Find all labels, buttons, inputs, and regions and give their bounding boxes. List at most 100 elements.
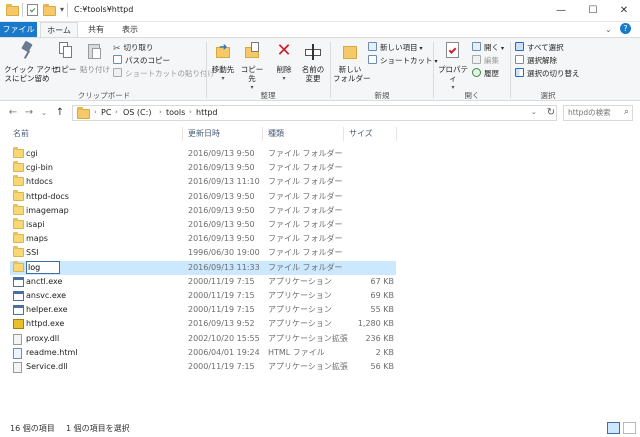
tab-home[interactable]: ホーム <box>40 22 78 37</box>
delete-button[interactable]: ✕ 削除 ▾ <box>272 42 296 83</box>
refresh-icon[interactable]: ↻ <box>545 105 557 121</box>
file-date: 2000/11/19 7:15 <box>188 362 255 371</box>
close-button[interactable]: ✕ <box>608 0 640 22</box>
status-bar: 16 個の項目 1 個の項目を選択 <box>0 420 640 437</box>
column-date[interactable]: 更新日時 <box>188 128 220 139</box>
table-row[interactable]: 2016/09/13 11:33 ファイル フォルダー <box>10 260 396 275</box>
navigation-bar: ← → ⌄ ↑ › PC › OS (C:) › tools › httpd ⌄… <box>0 101 640 125</box>
copy-to-button[interactable]: コピー先 ▾ <box>238 42 266 92</box>
table-row[interactable]: isapi 2016/09/13 9:50 ファイル フォルダー <box>10 218 396 232</box>
file-type: アプリケーション拡張 <box>268 362 348 371</box>
select-all-button[interactable]: すべて選択 <box>515 42 564 53</box>
search-box[interactable]: ⌕ <box>563 105 633 121</box>
address-history-icon[interactable]: ⌄ <box>531 108 537 116</box>
back-arrow-icon[interactable]: ← <box>6 106 20 120</box>
rename-input[interactable] <box>26 260 60 274</box>
edit-button[interactable]: 編集 <box>472 55 499 66</box>
ribbon-collapse-icon[interactable]: ⌄ <box>605 25 612 34</box>
delete-icon: ✕ <box>276 40 292 61</box>
folder-icon <box>13 203 24 215</box>
details-view-icon[interactable] <box>607 422 620 434</box>
table-row[interactable]: SSI 1996/06/30 19:00 ファイル フォルダー <box>10 246 396 260</box>
select-all-label: すべて選択 <box>527 43 564 52</box>
breadcrumb-tools[interactable]: tools <box>166 108 185 117</box>
file-name: maps <box>26 234 48 244</box>
minimize-button[interactable]: — <box>545 0 577 22</box>
breadcrumb-httpd[interactable]: httpd <box>196 108 218 117</box>
file-type: ファイル フォルダー <box>268 149 343 158</box>
new-item-button[interactable]: 新しい項目 ▾ <box>368 42 423 53</box>
search-icon[interactable]: ⌕ <box>624 107 629 117</box>
table-row[interactable]: httpd.exe 2016/09/13 9:52 アプリケーション 1,280 KB <box>10 317 396 331</box>
move-to-button[interactable]: ➜ 移動先 ▾ <box>210 42 236 83</box>
pin-quick-access-button[interactable]: クイック アクセ スにピン留め <box>4 40 59 83</box>
file-size: 69 KB <box>370 291 394 300</box>
forward-arrow-icon[interactable]: → <box>22 106 36 120</box>
properties-button[interactable]: プロパティ ▾ <box>436 42 470 92</box>
invert-selection-button[interactable]: 選択の切り替え <box>515 68 580 79</box>
table-row[interactable]: imagemap 2016/09/13 9:50 ファイル フォルダー <box>10 203 396 218</box>
properties-quick-icon[interactable] <box>27 4 38 16</box>
history-button[interactable]: 履歴 <box>472 68 499 79</box>
column-name[interactable]: 名前 <box>13 128 29 139</box>
file-date: 2016/09/13 9:50 <box>188 205 255 215</box>
maximize-button[interactable]: ☐ <box>577 0 609 22</box>
table-row[interactable]: anctl.exe 2000/11/19 7:15 アプリケーション 67 KB <box>10 275 396 289</box>
table-row[interactable]: cgi 2016/09/13 9:50 ファイル フォルダー <box>10 147 396 161</box>
table-row[interactable]: readme.html 2006/04/01 19:24 HTML ファイル 2 KB <box>10 346 396 360</box>
shortcut-button[interactable]: ショートカット ▾ <box>368 55 438 66</box>
file-name: anctl.exe <box>26 276 63 286</box>
table-row[interactable]: httpd-docs 2016/09/13 9:50 ファイル フォルダー <box>10 189 396 204</box>
copy-path-button[interactable]: パスのコピー <box>113 55 170 66</box>
chevron-right-icon[interactable]: › <box>189 108 192 116</box>
table-row[interactable]: ansvc.exe 2000/11/19 7:15 アプリケーション 69 KB <box>10 289 396 303</box>
recent-locations-icon[interactable]: ⌄ <box>37 106 51 120</box>
file-type: ファイル フォルダー <box>268 234 343 244</box>
search-input[interactable] <box>568 106 624 119</box>
file-date: 2016/09/13 11:33 <box>188 262 260 272</box>
table-row[interactable]: helper.exe 2000/11/19 7:15 アプリケーション 55 KB <box>10 303 396 317</box>
table-row[interactable]: maps 2016/09/13 9:50 ファイル フォルダー <box>10 232 396 246</box>
table-row[interactable]: proxy.dll 2002/10/20 15:55 アプリケーション拡張 236 K… <box>10 332 396 346</box>
copy-button[interactable]: コピー <box>53 42 77 74</box>
tab-file[interactable]: ファイル <box>0 22 37 37</box>
folder-icon <box>13 161 24 173</box>
column-size[interactable]: サイズ <box>349 128 373 139</box>
open-button[interactable]: 開く ▾ <box>472 42 504 53</box>
table-row[interactable]: cgi-bin 2016/09/13 9:50 ファイル フォルダー <box>10 161 396 175</box>
rename-button[interactable]: 名前の 変更 <box>299 42 327 83</box>
tab-share[interactable]: 共有 <box>82 22 110 37</box>
large-icons-view-icon[interactable] <box>623 422 636 434</box>
open-icon <box>472 42 481 51</box>
help-icon[interactable]: ? <box>620 23 631 34</box>
column-divider[interactable] <box>396 127 397 141</box>
file-name: httpd.exe <box>26 319 65 329</box>
cut-button[interactable]: ✂ 切り取り <box>113 42 154 54</box>
select-none-button[interactable]: 選択解除 <box>515 55 557 66</box>
address-bar[interactable]: › PC › OS (C:) › tools › httpd ⌄ <box>72 105 557 121</box>
table-row[interactable]: htdocs 2016/09/13 11:10 ファイル フォルダー <box>10 175 396 189</box>
chevron-right-icon[interactable]: › <box>115 108 118 116</box>
copy-to-label: コピー先 <box>240 65 264 83</box>
edit-icon <box>472 55 481 64</box>
up-arrow-icon[interactable]: ↑ <box>53 106 67 120</box>
chevron-right-icon[interactable]: › <box>94 108 97 116</box>
paste-button[interactable]: 貼り付け <box>80 42 110 74</box>
column-divider[interactable] <box>262 127 263 141</box>
new-folder-button[interactable]: 新しい フォルダー <box>333 42 371 83</box>
breadcrumb-pc[interactable]: PC <box>101 108 111 117</box>
title-bar: ▾ C:¥tools¥httpd — ☐ ✕ <box>0 0 640 22</box>
column-divider[interactable] <box>182 127 183 141</box>
paste-shortcut-button[interactable]: ショートカットの貼り付け <box>113 68 215 79</box>
file-date: 1996/06/30 19:00 <box>188 248 260 258</box>
table-row[interactable]: Service.dll 2000/11/19 7:15 アプリケーション拡張 56 K… <box>10 360 396 374</box>
column-divider[interactable] <box>343 127 344 141</box>
chevron-right-icon[interactable]: › <box>159 108 162 116</box>
select-none-label: 選択解除 <box>527 56 557 65</box>
tab-view[interactable]: 表示 <box>116 22 144 37</box>
new-folder-quick-icon[interactable] <box>43 4 57 17</box>
breadcrumb-drive[interactable]: OS (C:) <box>123 108 151 117</box>
file-type: アプリケーション拡張 <box>268 333 348 343</box>
column-type[interactable]: 種類 <box>268 128 284 139</box>
quick-access-dropdown-icon[interactable]: ▾ <box>60 5 64 14</box>
